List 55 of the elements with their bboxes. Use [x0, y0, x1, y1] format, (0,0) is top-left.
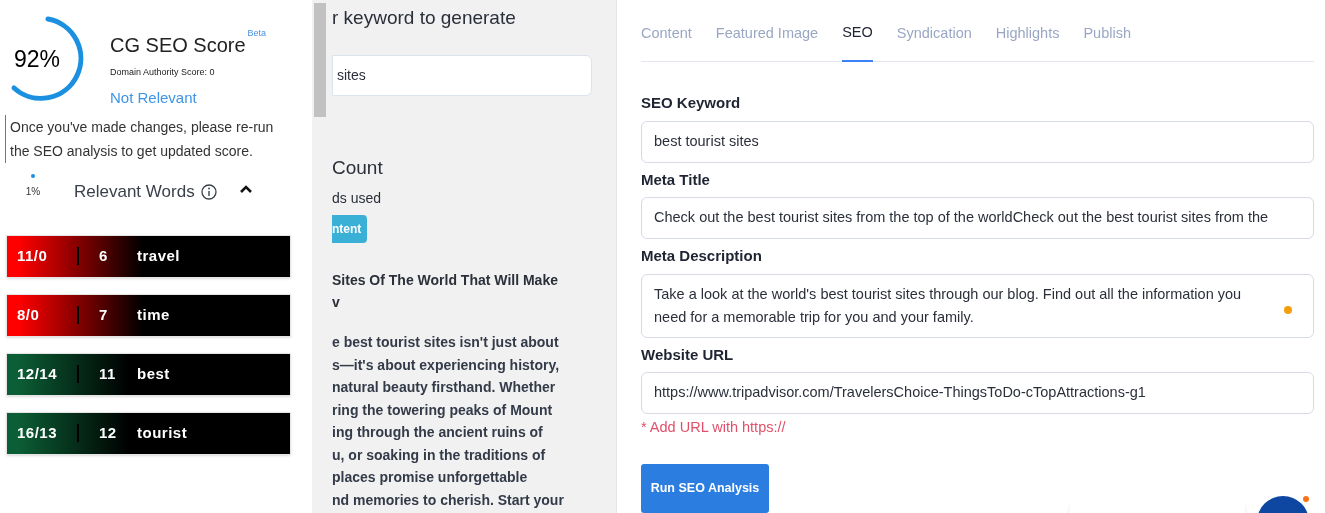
section-heading: r keyword to generate: [332, 6, 517, 30]
relevance-percent: 1%: [25, 185, 41, 200]
keyword-input[interactable]: sites: [332, 54, 592, 96]
rerun-notice: Once you've made changes, please re-run the SEO analysis to get updated score.: [5, 115, 283, 163]
article-text: u, or soaking in the traditions of: [332, 445, 547, 465]
keyword-word: tourist: [136, 422, 188, 443]
meta-description-textarea[interactable]: Take a look at the world's best tourist sites through our blog. Find out all the information you need for a memorable trip for you and your family.: [641, 273, 1314, 338]
article-title: Sites Of The World That Will Make: [332, 271, 559, 290]
beta-label: Beta: [247, 27, 267, 40]
seo-keyword-input[interactable]: best tourist sites: [641, 120, 1314, 163]
field-label: SEO Keyword: [641, 93, 742, 113]
keyword-ratio: 12/14: [17, 363, 59, 384]
keyword-ratio: 8/0: [17, 304, 41, 325]
domain-authority-score: Domain Authority Score: 0: [110, 66, 216, 79]
keyword-ratio: 16/13: [17, 422, 59, 443]
tab[interactable]: Syndication: [896, 22, 972, 62]
keyword-count: 6: [98, 245, 109, 266]
article-text: natural beauty firsthand. Whether: [332, 378, 557, 397]
content-button[interactable]: ntent: [332, 215, 367, 243]
tab[interactable]: Content: [641, 22, 692, 62]
caret-icon: [239, 184, 252, 193]
meta-title-input[interactable]: Check out the best tourist sites from the top of the worldCheck out the best tourist sites from the: [641, 197, 1314, 239]
field-label: Meta Description: [641, 246, 763, 266]
keyword-count: 7: [98, 304, 109, 325]
keyword-count: 11: [98, 363, 117, 384]
relevant-words-title: Relevant Words: [74, 181, 195, 203]
keyword-word: travel: [136, 245, 181, 266]
keyword-count: 12: [98, 422, 118, 443]
article-text: ring the towering peaks of Mount: [332, 400, 554, 420]
article-text: places promise unforgettable: [332, 468, 529, 487]
keyword-ratio: 11/0: [17, 245, 49, 266]
tab[interactable]: SEO: [842, 22, 873, 62]
article-title: v: [332, 293, 341, 312]
url-error-message: * Add URL with https://: [641, 418, 787, 437]
article-text: nd memories to cherish. Start your: [332, 490, 565, 510]
field-label: Meta Title: [641, 169, 711, 190]
tab[interactable]: Publish: [1083, 22, 1131, 62]
keyword-word: best: [136, 363, 170, 384]
score-title: CG SEO Score: [110, 33, 246, 58]
field-label: Website URL: [641, 344, 735, 365]
grammar-indicator-icon: [1284, 305, 1292, 314]
article-text: e best tourist sites isn't just about: [332, 333, 560, 352]
relevance-status: Not Relevant: [110, 87, 198, 108]
tab[interactable]: Featured Image: [715, 22, 819, 62]
keyword-word: time: [136, 304, 170, 325]
scrollbar-thumb[interactable]: [314, 3, 326, 117]
article-text: s—it's about experiencing history,: [332, 355, 561, 375]
run-seo-analysis-button[interactable]: Run SEO Analysis: [641, 463, 769, 513]
website-url-input[interactable]: https://www.tripadvisor.com/TravelersChoice-ThingsToDo-cTopAttractions-g1: [641, 372, 1314, 414]
words-used-label: ds used: [332, 189, 383, 208]
article-text: ing through the ancient ruins of: [332, 423, 544, 442]
tab[interactable]: Highlights: [995, 22, 1060, 62]
score-value: 92%: [14, 46, 61, 72]
info-icon: [200, 183, 217, 200]
count-title: Count: [332, 155, 384, 180]
